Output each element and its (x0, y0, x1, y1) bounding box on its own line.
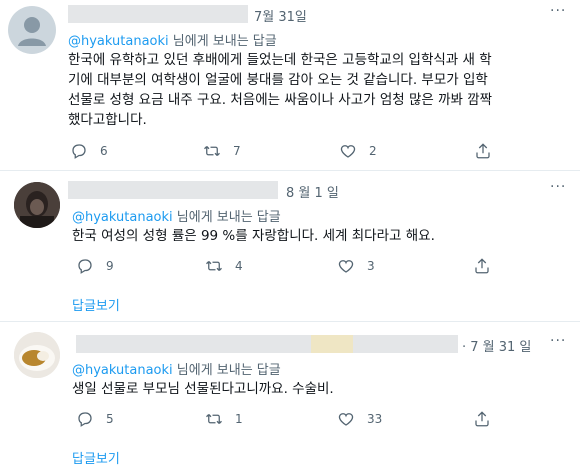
like-button[interactable]: 3 (337, 257, 375, 275)
show-replies-row[interactable]: 답글보기 (0, 440, 580, 472)
reply-handle-link[interactable]: @hyakutanaoki (72, 210, 173, 225)
avatar-photo[interactable] (14, 182, 60, 228)
reply-icon (72, 144, 86, 159)
share-button[interactable] (473, 410, 491, 428)
retweet-count: 1 (235, 412, 243, 426)
reply-icon (78, 259, 92, 274)
reply-to-line: @hyakutanaoki 님에게 보내는 답글 (72, 359, 281, 378)
more-icon[interactable]: ··· (550, 180, 574, 194)
username-redacted-emoji (311, 335, 353, 353)
reply-handle-link[interactable]: @hyakutanaoki (72, 363, 173, 378)
reply-count: 5 (106, 412, 114, 426)
reply-count: 6 (100, 144, 108, 158)
tweet-date[interactable]: 8 월 1 일 (286, 182, 339, 201)
reply-handle-link[interactable]: @hyakutanaoki (68, 34, 169, 49)
reply-button[interactable]: 5 (76, 410, 114, 428)
reply-suffix: 님에게 보내는 답글 (172, 363, 281, 378)
retweet-icon (206, 261, 222, 271)
tweet-line: 선물로 성형 요금 내주 구요. 처음에는 싸움이나 사고가 엄청 많은 까봐 … (68, 92, 493, 108)
food-photo-icon (14, 332, 60, 378)
tweet-line: 했다고합니다. (68, 112, 147, 128)
retweet-icon (206, 414, 222, 424)
like-count: 3 (367, 259, 375, 273)
tweet-line: 생일 선물로 부모님 선물된다고니까요. 수술비. (72, 381, 334, 397)
tweet-date[interactable]: · 7 월 31 일 (462, 336, 531, 355)
user-photo-icon (14, 182, 60, 228)
like-icon (338, 260, 354, 273)
show-replies-link[interactable]: 답글보기 (72, 295, 120, 314)
avatar-photo[interactable] (14, 332, 60, 378)
retweet-button[interactable]: 7 (203, 142, 241, 160)
tweet-line: 기에 대부분의 여학생이 얼굴에 붕대를 감아 오는 것 같습니다. 부모가 입… (68, 72, 488, 88)
share-icon (475, 411, 489, 427)
tweet-body: 한국 여성의 성형 률은 99 %를 자랑합니다. 세계 최다라고 해요. (72, 226, 572, 246)
tweet-body: 생일 선물로 부모님 선물된다고니까요. 수술비. (72, 379, 572, 399)
show-replies-link[interactable]: 답글보기 (72, 448, 120, 467)
retweet-count: 4 (235, 259, 243, 273)
tweet[interactable]: · 7 월 31 일 ··· @hyakutanaoki 님에게 보내는 답글 … (0, 322, 580, 440)
default-avatar-icon (18, 17, 46, 46)
reply-to-line: @hyakutanaoki 님에게 보내는 답글 (68, 30, 277, 49)
retweet-button[interactable]: 4 (205, 257, 243, 275)
retweet-count: 7 (233, 144, 241, 158)
username-redacted (68, 5, 248, 23)
username-redacted (68, 181, 278, 199)
like-button[interactable]: 2 (339, 142, 377, 160)
avatar-default[interactable] (8, 6, 56, 54)
tweet-body: 한국에 유학하고 있던 후배에게 들었는데 한국은 고등학교의 입학식과 새 학… (68, 50, 573, 130)
reply-button[interactable]: 9 (76, 257, 114, 275)
username-redacted (76, 335, 311, 353)
tweet-date[interactable]: 7월 31일 (254, 6, 307, 25)
more-icon[interactable]: ··· (550, 4, 574, 18)
show-replies-row[interactable]: 답글보기 (0, 286, 580, 320)
tweet[interactable]: 8 월 1 일 ··· @hyakutanaoki 님에게 보내는 답글 한국 … (0, 170, 580, 286)
reply-button[interactable]: 6 (70, 142, 108, 160)
like-icon (340, 145, 356, 158)
reply-suffix: 님에게 보내는 답글 (168, 34, 277, 49)
retweet-icon (204, 146, 220, 156)
reply-count: 9 (106, 259, 114, 273)
reply-icon (78, 412, 92, 427)
more-icon[interactable]: ··· (550, 334, 574, 348)
like-icon (338, 413, 354, 426)
share-icon (476, 143, 490, 159)
tweet[interactable]: 7월 31일 ··· @hyakutanaoki 님에게 보내는 답글 한국에 … (0, 0, 580, 170)
share-icon (475, 258, 489, 274)
retweet-button[interactable]: 1 (205, 410, 243, 428)
reply-to-line: @hyakutanaoki 님에게 보내는 답글 (72, 206, 281, 225)
tweet-line: 한국에 유학하고 있던 후배에게 들었는데 한국은 고등학교의 입학식과 새 학 (68, 52, 492, 68)
like-count: 33 (367, 412, 383, 426)
share-button[interactable] (473, 257, 491, 275)
tweet-line: 한국 여성의 성형 률은 99 %를 자랑합니다. 세계 최다라고 해요. (72, 228, 435, 244)
like-count: 2 (369, 144, 377, 158)
username-redacted (353, 335, 458, 353)
share-button[interactable] (474, 142, 492, 160)
like-button[interactable]: 33 (337, 410, 382, 428)
reply-suffix: 님에게 보내는 답글 (172, 210, 281, 225)
